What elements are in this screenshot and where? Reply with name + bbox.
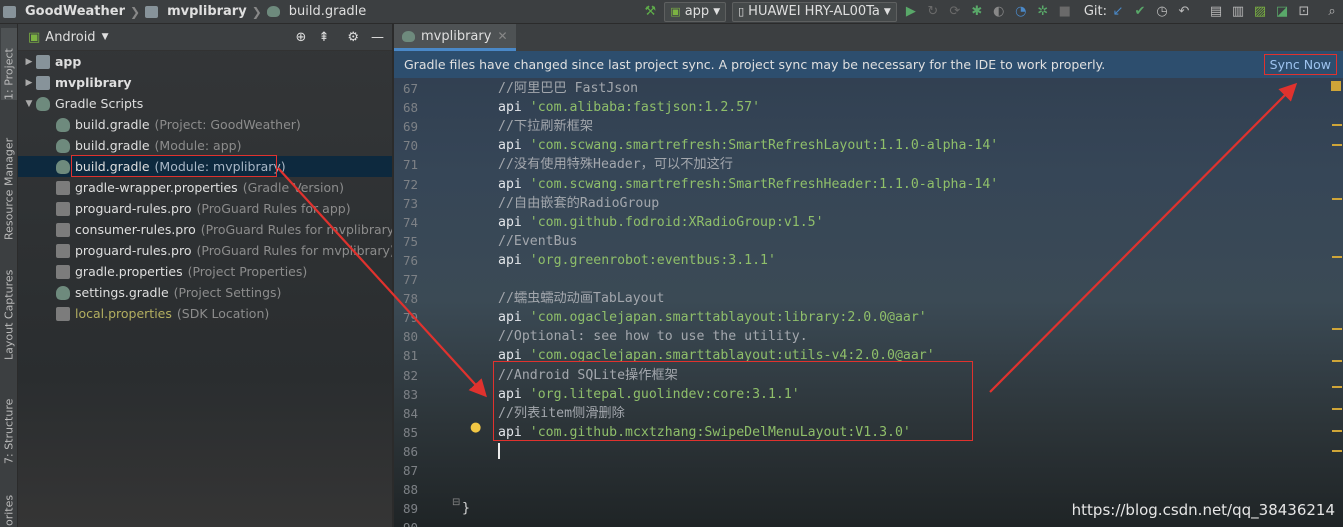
arrow-file-to-code — [277, 167, 487, 398]
android-studio-window: GoodWeather ❯ mvplibrary ❯ build.gradle … — [0, 0, 1343, 527]
watermark-text: https://blog.csdn.net/qq_38436214 — [1071, 501, 1335, 519]
annotation-arrows — [277, 82, 1298, 398]
arrow-code-to-sync — [989, 82, 1298, 393]
